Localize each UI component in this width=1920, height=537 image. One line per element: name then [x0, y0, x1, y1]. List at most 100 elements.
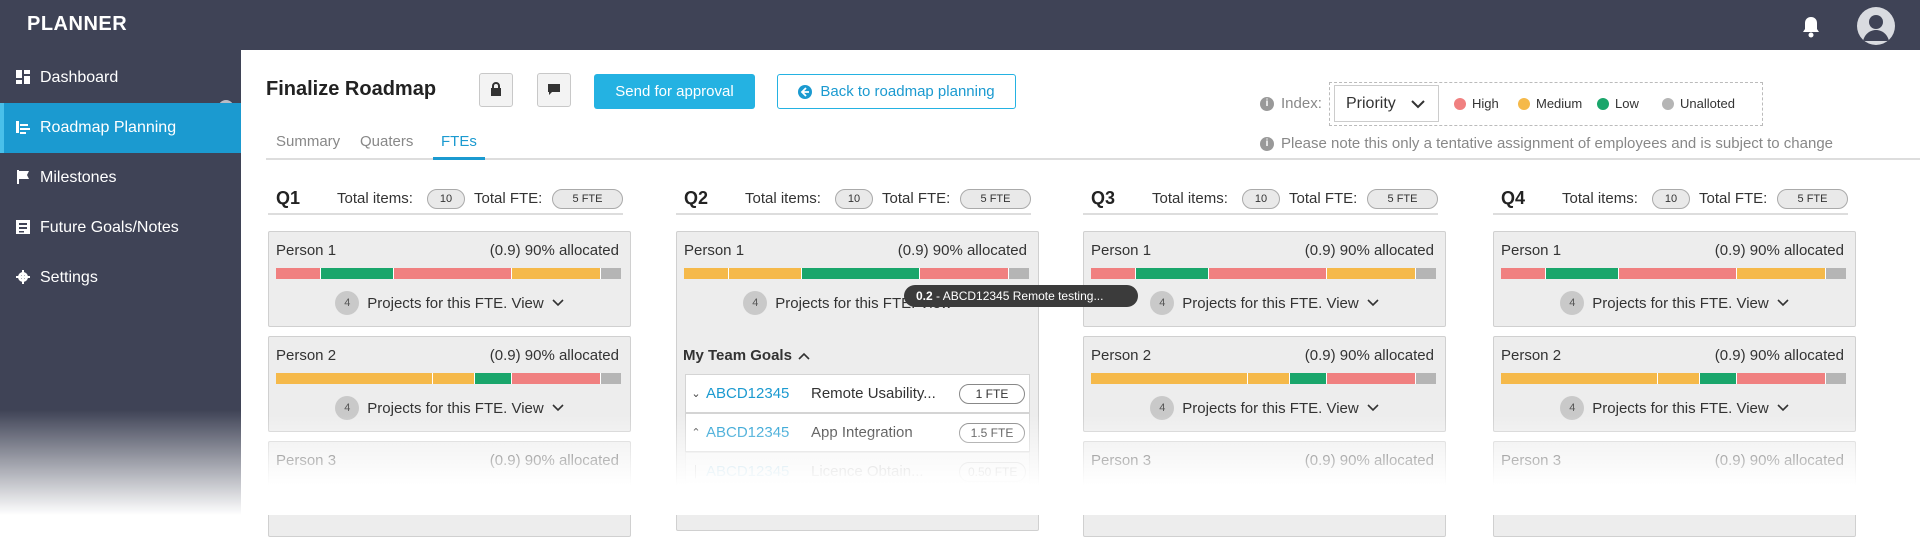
send-for-approval-button[interactable]: Send for approval	[594, 74, 755, 109]
allocation-segment-medium[interactable]	[1736, 268, 1825, 279]
allocation-segment-medium[interactable]	[1091, 373, 1248, 384]
projects-view-toggle[interactable]: 4 Projects for this FTE. View	[1084, 290, 1445, 316]
allocation-segment-medium[interactable]	[1501, 373, 1658, 384]
person-allocation: (0.9) 90% allocated	[1714, 347, 1844, 364]
chevron-down-icon	[1777, 404, 1789, 412]
allocation-segment-low[interactable]	[1136, 268, 1209, 279]
allocation-bar	[276, 268, 621, 279]
tab-ftes[interactable]: FTEs	[433, 133, 485, 160]
lock-button[interactable]	[479, 73, 513, 107]
allocation-segment-unalloted[interactable]	[600, 268, 621, 279]
projects-view-label: Projects for this FTE. View	[367, 294, 544, 312]
tooltip-value: 0.2	[916, 289, 933, 303]
medium-dot-icon	[1518, 97, 1530, 110]
allocation-segment-medium[interactable]	[684, 268, 729, 279]
sidebar-item-roadmap-planning[interactable]: Roadmap Planning	[0, 103, 241, 153]
allocation-segment-medium[interactable]	[1326, 268, 1415, 279]
legend-label: Medium	[1536, 96, 1583, 111]
sidebar-item-label: Milestones	[40, 169, 117, 186]
top-bar: PLANNER	[0, 0, 1920, 50]
allocation-bar	[1501, 373, 1846, 384]
segment-tooltip: 0.2 - ABCD12345 Remote testing...	[904, 285, 1138, 307]
allocation-segment-unalloted[interactable]	[1825, 268, 1846, 279]
allocation-segment-medium[interactable]	[729, 268, 802, 279]
person-card: Person 1 (0.9) 90% allocated 4 Projects for…	[1083, 231, 1446, 327]
priority-value: Priority	[1346, 94, 1396, 112]
allocation-segment-low[interactable]	[802, 268, 919, 279]
quarter-name: Q4	[1501, 188, 1526, 208]
projects-view-toggle[interactable]: 4 Projects for this FTE. View	[269, 290, 630, 316]
allocation-segment-high[interactable]	[1326, 373, 1415, 384]
person-allocation: (0.9) 90% allocated	[1304, 242, 1434, 259]
gear-icon	[16, 270, 30, 284]
allocation-segment-medium[interactable]	[1658, 373, 1699, 384]
total-fte-label: Total FTE:	[1289, 190, 1358, 207]
comment-button[interactable]	[537, 73, 571, 107]
sidebar-item-dashboard[interactable]: Dashboard	[0, 53, 241, 103]
allocation-segment-medium[interactable]	[276, 373, 433, 384]
allocation-segment-low[interactable]	[1699, 373, 1736, 384]
avatar[interactable]	[1857, 7, 1895, 45]
total-items-pill: 10	[1652, 189, 1690, 209]
index-label: Index:	[1281, 95, 1322, 112]
allocation-segment-unalloted[interactable]	[600, 373, 621, 384]
allocation-segment-high[interactable]	[1501, 268, 1546, 279]
total-items-label: Total items:	[1152, 190, 1228, 207]
team-goals-title: My Team Goals	[683, 347, 792, 364]
allocation-segment-high[interactable]	[276, 268, 321, 279]
list-icon	[16, 121, 30, 134]
total-fte-label: Total FTE:	[1699, 190, 1768, 207]
allocation-segment-medium[interactable]	[1248, 373, 1289, 384]
projects-view-toggle[interactable]: 4 Projects for this FTE. View	[1494, 290, 1855, 316]
person-allocation: (0.9) 90% allocated	[489, 347, 619, 364]
allocation-segment-high[interactable]	[511, 373, 600, 384]
allocation-segment-low[interactable]	[321, 268, 394, 279]
allocation-segment-low[interactable]	[1289, 373, 1326, 384]
projects-view-label: Projects for this FTE. View	[1592, 294, 1769, 312]
allocation-segment-unalloted[interactable]	[1415, 268, 1436, 279]
sidebar-item-milestones[interactable]: Milestones	[0, 153, 241, 203]
sidebar-item-label: Future Goals/Notes	[40, 219, 179, 236]
total-fte-pill: 5 FTE	[552, 189, 623, 209]
allocation-segment-high[interactable]	[1736, 373, 1825, 384]
sidebar-item-future-goals[interactable]: Future Goals/Notes	[0, 203, 241, 253]
sidebar-item-settings[interactable]: Settings	[0, 253, 241, 303]
allocation-segment-low[interactable]	[474, 373, 511, 384]
legend-low: Low	[1597, 96, 1639, 111]
chevron-down-icon	[1367, 404, 1379, 412]
quarter-header: Q4 Total items: 10 Total FTE: 5 FTE	[1493, 185, 1848, 215]
allocation-bar	[1091, 373, 1436, 384]
projects-view-label: Projects for this FTE. View	[1182, 399, 1359, 417]
chevron-down-icon[interactable]: ⌄	[686, 387, 706, 400]
person-name: Person 1	[276, 242, 337, 259]
allocation-segment-high[interactable]	[1209, 268, 1326, 279]
quarter-header: Q2 Total items: 10 Total FTE: 5 FTE	[676, 185, 1031, 215]
allocation-segment-high[interactable]	[394, 268, 511, 279]
bell-icon[interactable]	[1800, 15, 1822, 39]
chevron-down-icon	[552, 299, 564, 307]
allocation-bar	[276, 373, 621, 384]
allocation-segment-medium[interactable]	[433, 373, 474, 384]
allocation-segment-unalloted[interactable]	[1825, 373, 1846, 384]
tab-quaters[interactable]: Quaters	[360, 133, 413, 157]
back-to-roadmap-button[interactable]: Back to roadmap planning	[777, 74, 1016, 109]
allocation-segment-low[interactable]	[1546, 268, 1619, 279]
tab-summary[interactable]: Summary	[276, 133, 340, 157]
arrow-left-circle-icon	[798, 84, 813, 99]
allocation-segment-medium[interactable]	[511, 268, 600, 279]
person-name: Person 2	[1501, 347, 1562, 364]
notes-icon	[16, 220, 30, 234]
allocation-segment-high[interactable]	[1619, 268, 1736, 279]
legend-label: Unalloted	[1680, 96, 1735, 111]
priority-select[interactable]: Priority	[1334, 85, 1439, 122]
goal-id-link[interactable]: ABCD12345	[706, 385, 811, 402]
team-goal-row[interactable]: ⌄ ABCD12345 Remote Usability... 1 FTE	[685, 374, 1030, 413]
projects-view-label: Projects for this FTE. View	[1592, 399, 1769, 417]
person-allocation: (0.9) 90% allocated	[1304, 347, 1434, 364]
allocation-segment-unalloted[interactable]	[1415, 373, 1436, 384]
allocation-segment-unalloted[interactable]	[1008, 268, 1029, 279]
person-allocation: (0.9) 90% allocated	[897, 242, 1027, 259]
team-goals-toggle[interactable]: My Team Goals	[683, 347, 810, 364]
allocation-segment-high[interactable]	[919, 268, 1008, 279]
allocation-segment-high[interactable]	[1091, 268, 1136, 279]
